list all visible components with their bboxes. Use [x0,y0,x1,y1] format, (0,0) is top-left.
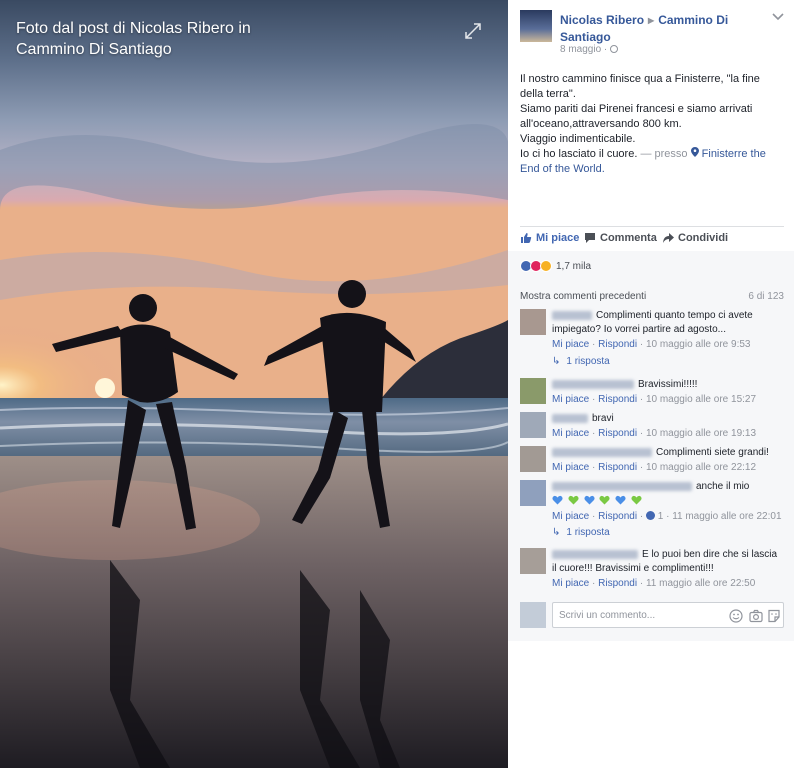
comment-like-link[interactable]: Mi piace [552,578,589,589]
comment-body: E lo puoi ben dire che si lascia il cuor… [552,549,778,589]
sunset-beach-photo [0,0,508,768]
share-arrow-icon [663,233,674,243]
comment-count: 6 di 123 [748,291,784,302]
chevron-down-icon[interactable] [772,12,784,22]
comment-reply-link[interactable]: Rispondi [598,511,637,522]
avatar[interactable] [520,309,546,335]
view-replies-link[interactable]: ↳ 1 risposta [552,356,610,367]
heart-emoji-row [552,495,784,509]
avatar[interactable] [520,412,546,438]
post-line: Viaggio indimenticabile. [520,133,636,145]
avatar[interactable] [520,446,546,472]
reaction-count: 1,7 mila [556,260,592,272]
comment-text: anche il mio [696,481,750,492]
speech-bubble-icon [585,233,595,243]
comment-text: Complimenti siete grandi! [656,447,769,458]
avatar [520,602,546,628]
comment-time[interactable]: 10 maggio alle ore 22:12 [646,462,756,473]
commenter-name[interactable] [552,481,692,491]
comment-reply-link[interactable]: Rispondi [598,462,637,473]
share-button[interactable]: Condividi [662,232,728,244]
post-names: Nicolas Ribero ▶ Cammino Di Santiago [560,12,770,45]
post-date-text[interactable]: 8 maggio [560,44,601,55]
comment-reply-link[interactable]: Rispondi [598,394,637,405]
post-photo[interactable]: Foto dal post di Nicolas Ribero in Cammi… [0,0,508,768]
comment-body: bravi Mi piace · Rispondi · 10 maggio al… [552,413,757,439]
avatar[interactable] [520,378,546,404]
comment-time[interactable]: 11 maggio alle ore 22:50 [646,578,755,589]
comment-reply-link[interactable]: Rispondi [598,578,637,589]
camera-icon[interactable] [749,609,763,623]
reply-arrow-icon: ↳ [552,356,561,367]
green-heart-icon [631,495,642,505]
avatar[interactable] [520,480,546,506]
comment-time[interactable]: 10 maggio alle ore 9:53 [646,339,751,350]
thumbs-up-icon [521,233,532,243]
comment-body: anche il mio Mi piace · Rispondi · 1 · 1… [552,480,784,524]
like-button[interactable]: Mi piace [520,232,579,244]
comment-body: Complimenti quanto tempo ci avete impieg… [552,310,753,350]
author-link[interactable]: Nicolas Ribero [560,13,644,27]
comment-time[interactable]: 11 maggio alle ore 22:01 [672,511,781,522]
post-text: Il nostro cammino finisce qua a Finister… [520,72,786,177]
commenter-name[interactable] [552,413,588,423]
green-heart-icon [599,495,610,505]
comment-reply-link[interactable]: Rispondi [598,428,637,439]
comment-text: Bravissimi!!!!! [638,379,698,390]
post-side-panel: Nicolas Ribero ▶ Cammino Di Santiago 8 mag… [508,0,794,768]
comment-like-link[interactable]: Mi piace [552,339,589,350]
comment-like-link[interactable]: Mi piace [552,511,589,522]
comment-like-link[interactable]: Mi piace [552,428,589,439]
post-actions: Mi piace Commenta Condividi [520,232,784,248]
comment-reply-link[interactable]: Rispondi [598,339,637,350]
sticker-icon[interactable] [767,609,781,623]
comments-header: Mostra commenti precedenti 6 di 123 [520,291,784,302]
commenter-name[interactable] [552,310,592,320]
emoji-icon[interactable] [729,609,743,623]
reply-arrow-icon: ↳ [552,527,561,538]
comment-like-link[interactable]: Mi piace [552,394,589,405]
commenter-name[interactable] [552,447,652,457]
comment-input-placeholder: Scrivi un commento... [559,610,656,621]
green-heart-icon [568,495,579,505]
blue-heart-icon [584,495,595,505]
comment-body: Complimenti siete grandi! Mi piace · Ris… [552,447,769,473]
commenter-name[interactable] [552,549,638,559]
reactions-summary[interactable]: 1,7 mila [520,260,591,272]
post-line: Io ci ho lasciato il cuore. — presso Fin… [520,147,766,175]
previous-comments-link[interactable]: Mostra commenti precedenti [520,291,646,302]
write-comment: Scrivi un commento... [520,600,786,630]
view-replies-link[interactable]: ↳ 1 risposta [552,527,610,538]
comment-time[interactable]: 10 maggio alle ore 19:13 [646,428,756,439]
comment-like-link[interactable]: Mi piace [552,462,589,473]
post-line: Il nostro cammino finisce qua a Finister… [520,73,760,100]
avatar[interactable] [520,10,552,42]
wow-reaction-icon [540,260,552,272]
comment-input[interactable]: Scrivi un commento... [552,602,784,628]
post-date: 8 maggio · [560,44,619,55]
expand-icon[interactable] [464,22,482,40]
comment-body: Bravissimi!!!!! Mi piace · Rispondi · 10… [552,379,757,405]
comment-button[interactable]: Commenta [584,232,657,244]
commenter-name[interactable] [552,379,634,389]
comment-time[interactable]: 10 maggio alle ore 15:27 [646,394,756,405]
avatar[interactable] [520,548,546,574]
blue-heart-icon [615,495,626,505]
photo-title: Foto dal post di Nicolas Ribero in Cammi… [16,20,251,58]
post-line: Siamo pariti dai Pirenei francesi e siam… [520,103,753,130]
post-header: Nicolas Ribero ▶ Cammino Di Santiago 8 mag… [520,10,790,60]
divider [520,226,784,227]
comment-like-count[interactable]: 1 [658,511,664,522]
like-reaction-icon [645,511,655,520]
triangle-right-icon: ▶ [648,16,655,25]
location-pin-icon [690,147,699,157]
globe-icon [610,45,619,53]
comment-text: bravi [592,413,614,424]
blue-heart-icon [552,495,563,505]
presso-text: — presso [640,148,688,160]
